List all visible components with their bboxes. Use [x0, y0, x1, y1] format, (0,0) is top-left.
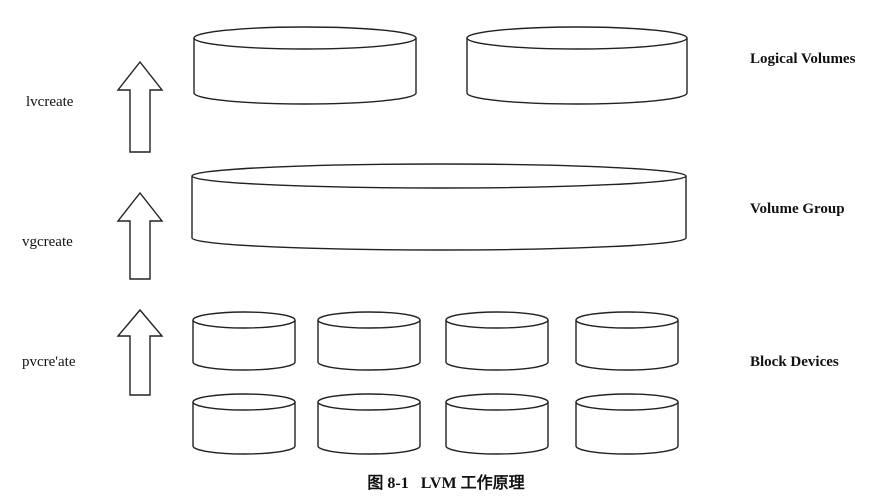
- up-arrow-icon: [116, 60, 164, 153]
- up-arrow-icon: [116, 191, 164, 280]
- figure-caption: 图 8-1 LVM 工作原理: [367, 475, 525, 492]
- block-device-cylinder: [192, 311, 296, 371]
- block-device-cylinder: [317, 393, 421, 455]
- vgcreate-label: vgcreate: [22, 234, 73, 250]
- lvcreate-label: lvcreate: [26, 94, 74, 110]
- logical-volumes-label: Logical Volumes: [750, 51, 856, 67]
- volume-group-label: Volume Group: [750, 201, 845, 217]
- pvcreate-label: pvcre'ate: [22, 354, 76, 370]
- block-device-cylinder: [317, 311, 421, 371]
- block-device-cylinder: [575, 311, 679, 371]
- block-device-cylinder: [445, 393, 549, 455]
- block-devices-label: Block Devices: [750, 354, 839, 370]
- up-arrow-icon: [116, 308, 164, 396]
- block-device-cylinder: [445, 311, 549, 371]
- block-device-cylinder: [192, 393, 296, 455]
- lvm-diagram: [116, 26, 688, 455]
- block-device-cylinder: [575, 393, 679, 455]
- volume-group-cylinder: [191, 163, 687, 251]
- logical-volume-cylinder: [193, 26, 417, 105]
- logical-volume-cylinder: [466, 26, 688, 105]
